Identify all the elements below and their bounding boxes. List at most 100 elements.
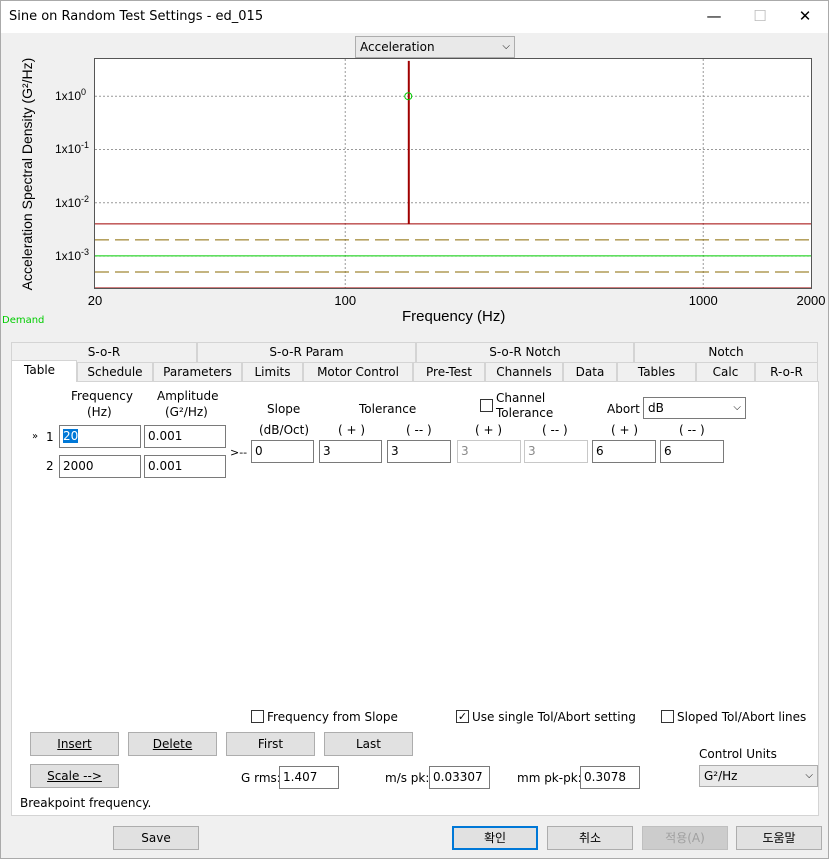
segment-marker: >--	[230, 446, 248, 459]
scale-button[interactable]: Scale -->	[30, 764, 119, 788]
tab-calc[interactable]: Calc	[696, 362, 755, 382]
dialog-window: Sine on Random Test Settings - ed_015 — …	[0, 0, 829, 859]
row-index: 1	[46, 430, 54, 444]
title-bar: Sine on Random Test Settings - ed_015 — …	[1, 1, 828, 33]
slope-unit: (dB/Oct)	[259, 423, 310, 437]
abort-plus-label: ( + )	[611, 423, 639, 437]
x-tick-label: 1000	[688, 293, 718, 308]
demand-label: Demand	[2, 315, 45, 326]
tab-limits[interactable]: Limits	[242, 362, 303, 382]
sloped-lines-label: Sloped Tol/Abort lines	[677, 710, 807, 724]
tab-table[interactable]: Table	[11, 360, 77, 382]
grms-label: G rms:	[241, 771, 281, 785]
channel-tolerance-label-1: Channel	[496, 391, 546, 405]
use-single-setting-label: Use single Tol/Abort setting	[472, 710, 636, 724]
tolerance-plus-input[interactable]: 3	[319, 440, 382, 463]
tab-motor-control[interactable]: Motor Control	[303, 362, 413, 382]
tab-s-o-r[interactable]: S-o-R	[11, 342, 197, 362]
window-title: Sine on Random Test Settings - ed_015	[9, 9, 264, 24]
amplitude-unit: (G²/Hz)	[165, 405, 208, 419]
row-index: 2	[46, 459, 54, 473]
chart-svg	[95, 59, 811, 289]
frequency-from-slope-checkbox[interactable]	[251, 710, 264, 723]
chevron-down-icon: ⌵	[502, 41, 510, 52]
abort-plus-input[interactable]: 6	[592, 440, 656, 463]
tab-channels[interactable]: Channels	[485, 362, 563, 382]
tab-notch[interactable]: Notch	[634, 342, 818, 362]
control-units-value: G²/Hz	[704, 769, 738, 783]
current-row-marker: »	[32, 431, 39, 442]
frequency-unit: (Hz)	[87, 405, 112, 419]
chevron-down-icon: ⌵	[733, 402, 741, 413]
ms-pk-label: m/s pk:	[385, 771, 430, 785]
y-tick-label: 1x100	[55, 87, 87, 104]
chart-type-select[interactable]: Acceleration ⌵	[355, 36, 515, 58]
y-axis-label: Acceleration Spectral Density (G²/Hz)	[19, 57, 35, 291]
minimize-button[interactable]: —	[691, 1, 737, 31]
save-button[interactable]: Save	[113, 826, 199, 850]
x-tick-label: 100	[334, 293, 357, 308]
tolerance-minus-label: ( -- )	[406, 423, 432, 437]
abort-unit-select[interactable]: dB ⌵	[643, 397, 746, 419]
tab-r-o-r[interactable]: R-o-R	[755, 362, 818, 382]
sloped-lines-checkbox[interactable]	[661, 710, 674, 723]
abort-unit-value: dB	[648, 401, 664, 415]
channel-tolerance-label-2: Tolerance	[496, 406, 554, 420]
slope-header: Slope	[267, 402, 301, 416]
chart-type-value: Acceleration	[360, 40, 435, 54]
amplitude-input[interactable]: 0.001	[144, 425, 226, 448]
help-button[interactable]: 도움말	[736, 826, 822, 850]
apply-button: 적용(A)	[642, 826, 728, 850]
frequency-input[interactable]: 2000	[59, 455, 141, 478]
tab-pre-test[interactable]: Pre-Test	[413, 362, 485, 382]
x-tick-label: 20	[87, 293, 103, 308]
chart-area	[94, 58, 812, 289]
channel-plus-label: ( + )	[475, 423, 503, 437]
frequency-value: 20	[63, 429, 79, 443]
ok-button[interactable]: 확인	[452, 826, 538, 850]
insert-button[interactable]: Insert	[30, 732, 119, 756]
ms-pk-value: 0.03307	[429, 766, 490, 789]
delete-button[interactable]: Delete	[128, 732, 217, 756]
scale-button-label: Scale -->	[47, 769, 102, 783]
tab-parameters[interactable]: Parameters	[153, 362, 242, 382]
frequency-header: Frequency	[71, 389, 133, 403]
chevron-down-icon: ⌵	[805, 770, 813, 781]
abort-minus-input[interactable]: 6	[660, 440, 724, 463]
channel-minus-label: ( -- )	[542, 423, 568, 437]
abort-label: Abort	[607, 402, 640, 416]
frequency-from-slope-label: Frequency from Slope	[267, 710, 398, 724]
y-tick-label: 1x10-1	[55, 140, 90, 157]
tab-tables[interactable]: Tables	[617, 362, 696, 382]
use-single-setting-checkbox[interactable]: ✓	[456, 710, 469, 723]
tab-data[interactable]: Data	[563, 362, 617, 382]
delete-button-label: Delete	[152, 737, 193, 751]
amplitude-input[interactable]: 0.001	[144, 455, 226, 478]
first-button[interactable]: First	[226, 732, 315, 756]
x-tick-label: 2000	[796, 293, 826, 308]
x-axis-label: Frequency (Hz)	[402, 308, 506, 325]
mm-pkpk-label: mm pk-pk:	[517, 771, 582, 785]
amplitude-header: Amplitude	[157, 389, 219, 403]
y-tick-label: 1x10-2	[55, 193, 90, 210]
tab-s-o-r-notch[interactable]: S-o-R Notch	[416, 342, 634, 362]
mm-pkpk-value: 0.3078	[580, 766, 640, 789]
frequency-input[interactable]: 20	[59, 425, 141, 448]
cancel-button[interactable]: 취소	[547, 826, 633, 850]
insert-button-label: Insert	[57, 737, 92, 751]
grms-value: 1.407	[279, 766, 339, 789]
control-units-select[interactable]: G²/Hz ⌵	[699, 765, 818, 787]
slope-input[interactable]: 0	[251, 440, 314, 463]
tolerance-header: Tolerance	[359, 402, 417, 416]
y-tick-label: 1x10-3	[55, 246, 90, 263]
maximize-button: ☐	[753, 7, 767, 25]
abort-minus-label: ( -- )	[679, 423, 705, 437]
tab-schedule[interactable]: Schedule	[77, 362, 153, 382]
channel-tolerance-plus-input: 3	[457, 440, 521, 463]
tolerance-minus-input[interactable]: 3	[387, 440, 451, 463]
tab-s-o-r-param[interactable]: S-o-R Param	[197, 342, 416, 362]
channel-tolerance-checkbox[interactable]	[480, 399, 493, 412]
channel-tolerance-minus-input: 3	[524, 440, 588, 463]
close-button[interactable]: ✕	[782, 1, 828, 31]
last-button[interactable]: Last	[324, 732, 413, 756]
